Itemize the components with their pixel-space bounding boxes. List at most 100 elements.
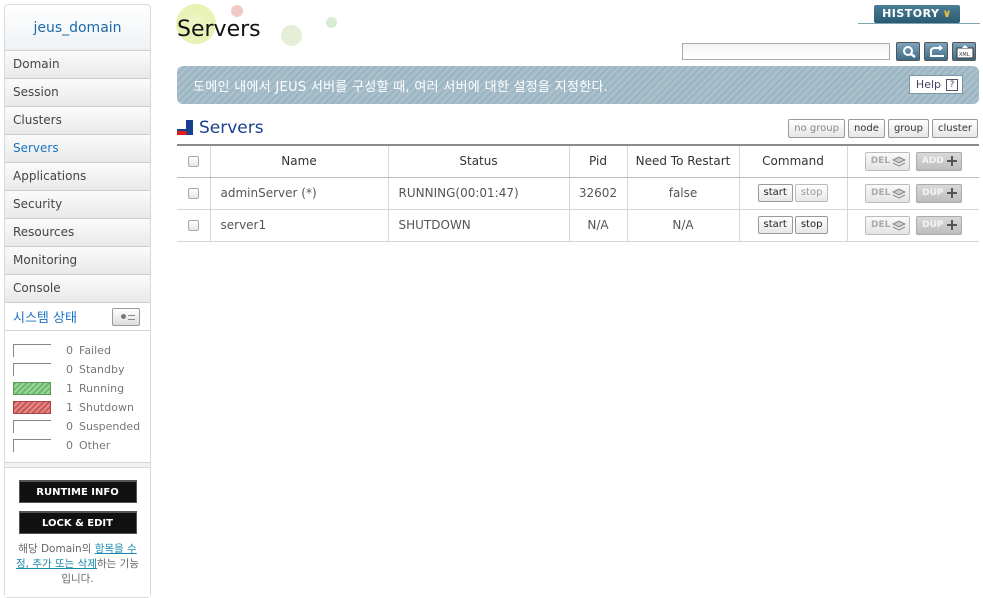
node-button[interactable]: node	[847, 119, 885, 138]
domain-name[interactable]: jeus_domain	[5, 5, 150, 51]
server-need-restart: false	[626, 177, 739, 210]
plus-icon	[946, 156, 957, 167]
col-name[interactable]: Name	[209, 144, 388, 178]
xml-export-button[interactable]: XML	[952, 42, 976, 61]
nav-domain[interactable]: Domain	[5, 51, 150, 79]
header-actions-cell: DEL ADD	[846, 144, 979, 178]
duplicate-server-button[interactable]: DUP	[916, 215, 962, 235]
sidebar: jeus_domain Domain Session Clusters Serv…	[4, 4, 151, 598]
plus-icon	[946, 188, 957, 198]
chevron-down-icon: ∨	[942, 7, 952, 20]
group-button[interactable]: group	[887, 119, 929, 138]
nav-security[interactable]: Security	[5, 191, 150, 219]
status-label: Suspended	[79, 420, 141, 433]
failed-swatch	[13, 344, 51, 357]
lock-edit-note: 해당 Domain의 항목을 수정, 추가 또는 삭제하는 기능입니다.	[15, 542, 140, 587]
nav-console[interactable]: Console	[5, 275, 150, 303]
nav-monitoring[interactable]: Monitoring	[5, 247, 150, 275]
server-name[interactable]: server1	[209, 209, 388, 242]
section-title: Servers	[199, 118, 264, 138]
del-label: DEL	[870, 156, 891, 167]
status-count: 1	[66, 401, 73, 414]
no-group-button[interactable]: no group	[788, 119, 845, 138]
server-status: RUNNING(00:01:47)	[387, 177, 569, 210]
history-button[interactable]: HISTORY ∨	[874, 5, 960, 23]
duplicate-server-button[interactable]: DUP	[916, 183, 962, 203]
col-status[interactable]: Status	[387, 144, 569, 178]
search-button[interactable]	[896, 42, 920, 61]
system-status-list: 0 Failed 0 Standby 1 Running 1 Shutdown …	[5, 331, 150, 463]
decor-dot	[281, 25, 302, 46]
note-text: 해당 Domain의	[18, 543, 95, 555]
search-input[interactable]	[682, 43, 890, 60]
nav-applications[interactable]: Applications	[5, 163, 150, 191]
page-title: Servers	[177, 17, 261, 42]
col-need-to-restart[interactable]: Need To Restart	[626, 144, 739, 178]
server-status: SHUTDOWN	[387, 209, 569, 242]
cluster-button[interactable]: cluster	[931, 119, 978, 138]
server-pid: 32602	[568, 177, 627, 210]
command-cell: start stop	[738, 177, 847, 210]
select-all-checkbox[interactable]	[187, 156, 199, 168]
runtime-info-button[interactable]: RUNTIME INFO	[18, 480, 137, 503]
col-pid[interactable]: Pid	[568, 144, 627, 178]
suspended-swatch	[13, 420, 51, 433]
history-label: HISTORY	[882, 7, 940, 20]
status-toggle-icon[interactable]	[112, 307, 140, 326]
command-cell: start stop	[738, 209, 847, 242]
status-row-standby: 0 Standby	[13, 360, 150, 379]
lock-edit-button[interactable]: LOCK & EDIT	[18, 511, 137, 534]
row-actions-cell: DEL DUP	[846, 177, 979, 210]
servers-table: Name Status Pid Need To Restart Command …	[177, 144, 979, 242]
status-row-suspended: 0 Suspended	[13, 417, 150, 436]
dup-label: DUP	[922, 220, 944, 230]
status-row-running: 1 Running	[13, 379, 150, 398]
nav-servers[interactable]: Servers	[5, 135, 150, 163]
server-pid: N/A	[568, 209, 627, 242]
svg-text:XML: XML	[959, 52, 970, 58]
refresh-button[interactable]	[924, 42, 948, 61]
refresh-icon	[930, 45, 944, 57]
nav-clusters[interactable]: Clusters	[5, 107, 150, 135]
stop-button[interactable]: stop	[794, 184, 829, 202]
status-count: 0	[66, 420, 73, 433]
shutdown-swatch	[13, 401, 51, 414]
xml-icon: XML	[956, 45, 974, 59]
table-row[interactable]: server1 SHUTDOWN N/A N/A start stop DEL D…	[177, 209, 979, 242]
table-row[interactable]: adminServer (*) RUNNING(00:01:47) 32602 …	[177, 177, 979, 210]
status-label: Running	[79, 382, 125, 395]
row-checkbox-cell	[177, 209, 210, 242]
stop-button[interactable]: stop	[794, 216, 829, 234]
system-status-header: 시스템 상태	[5, 303, 150, 331]
server-need-restart: N/A	[626, 209, 739, 242]
delete-server-button[interactable]: DEL	[864, 215, 911, 235]
system-status-title: 시스템 상태	[13, 311, 77, 326]
row-checkbox[interactable]	[187, 220, 199, 231]
table-header-row: Name Status Pid Need To Restart Command …	[177, 144, 979, 178]
dup-label: DUP	[922, 188, 944, 198]
add-server-button[interactable]: ADD	[915, 151, 962, 171]
delete-selected-button[interactable]: DEL	[864, 151, 911, 171]
layers-delete-icon	[892, 220, 907, 231]
decor-dot	[231, 5, 243, 17]
info-banner: 도메인 내에서 JEUS 서버를 구성할 때, 여러 서버에 대한 설정을 지정…	[177, 66, 979, 104]
sidebar-actions: RUNTIME INFO LOCK & EDIT 해당 Domain의 항목을 …	[5, 467, 150, 597]
status-label: Standby	[79, 363, 125, 376]
nav-session[interactable]: Session	[5, 79, 150, 107]
delete-server-button[interactable]: DEL	[864, 183, 911, 203]
status-label: Failed	[79, 344, 111, 357]
running-swatch	[13, 382, 51, 395]
col-command: Command	[738, 144, 847, 178]
standby-swatch	[13, 363, 51, 376]
nav-resources[interactable]: Resources	[5, 219, 150, 247]
row-checkbox[interactable]	[187, 188, 199, 199]
row-actions-cell: DEL DUP	[846, 209, 979, 242]
help-button[interactable]: Help ?	[908, 75, 963, 94]
start-button[interactable]: start	[757, 184, 793, 202]
status-row-failed: 0 Failed	[13, 341, 150, 360]
start-button[interactable]: start	[757, 216, 793, 234]
server-name[interactable]: adminServer (*)	[209, 177, 388, 210]
add-label: ADD	[921, 156, 944, 167]
banner-text: 도메인 내에서 JEUS 서버를 구성할 때, 여러 서버에 대한 설정을 지정…	[193, 80, 609, 95]
status-count: 0	[66, 344, 73, 357]
